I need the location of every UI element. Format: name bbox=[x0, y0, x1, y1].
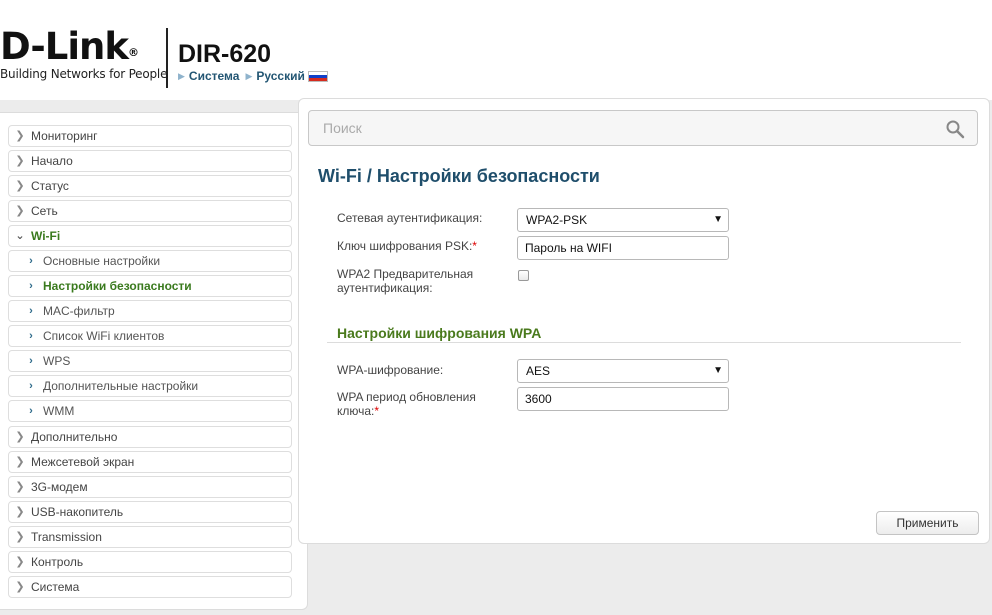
sidebar-subitem-basic-settings[interactable]: › Основные настройки bbox=[8, 250, 292, 272]
apply-button[interactable]: Применить bbox=[876, 511, 979, 535]
sidebar-item-monitoring[interactable]: ❯ Мониторинг bbox=[8, 125, 292, 147]
sidebar-item-3g-modem[interactable]: ❯ 3G-модем bbox=[8, 476, 292, 498]
psk-input[interactable] bbox=[517, 236, 729, 260]
sidebar-item-transmission[interactable]: ❯ Transmission bbox=[8, 526, 292, 548]
collapse-arrow-icon: ⌄ bbox=[15, 230, 25, 242]
search-icon[interactable] bbox=[945, 119, 965, 139]
sidebar-item-firewall[interactable]: ❯ Межсетевой экран bbox=[8, 451, 292, 473]
search-box bbox=[308, 110, 978, 146]
wpa-encryption-select[interactable]: AES ▼ bbox=[517, 359, 729, 383]
sidebar-item-label: WMM bbox=[43, 404, 75, 418]
sidebar-item-label: Система bbox=[31, 580, 80, 594]
sidebar-item-wifi[interactable]: ⌄ Wi-Fi bbox=[8, 225, 292, 247]
sidebar-item-label: Начало bbox=[31, 154, 73, 168]
search-input[interactable] bbox=[309, 111, 909, 145]
page-title-prefix: Wi-Fi / bbox=[318, 166, 372, 186]
dropdown-arrow-icon: ▼ bbox=[713, 365, 723, 376]
sidebar-item-label: Межсетевой экран bbox=[31, 455, 135, 469]
expand-arrow-icon: ❯ bbox=[15, 180, 25, 192]
sidebar-subitem-wifi-clients[interactable]: › Список WiFi клиентов bbox=[8, 325, 292, 347]
auth-select-value: WPA2-PSK bbox=[526, 213, 588, 227]
dlink-logo[interactable]: D-Link® Building Networks for People bbox=[0, 25, 168, 82]
sidebar-item-label: WPS bbox=[43, 354, 71, 368]
section-title-wpa: Настройки шифрования WPA bbox=[337, 325, 542, 341]
wpa-period-label: WPA период обновления ключа:* bbox=[337, 390, 476, 418]
chevron-right-icon: › bbox=[29, 255, 33, 267]
wpa-period-input[interactable] bbox=[517, 387, 729, 411]
logo-registered-mark: ® bbox=[127, 46, 139, 59]
main-panel: Wi-Fi / Настройки безопасности Сетевая а… bbox=[298, 98, 990, 544]
sidebar-item-control[interactable]: ❯ Контроль bbox=[8, 551, 292, 573]
sidebar-item-label: Список WiFi клиентов bbox=[43, 329, 165, 343]
sidebar-subitem-security-settings[interactable]: › Настройки безопасности bbox=[8, 275, 292, 297]
auth-label: Сетевая аутентификация: bbox=[337, 211, 483, 225]
triangle-right-icon: ▶ bbox=[178, 70, 185, 81]
wpa-encryption-label: WPA-шифрование: bbox=[337, 363, 444, 377]
required-asterisk: * bbox=[472, 239, 477, 253]
psk-label: Ключ шифрования PSK:* bbox=[337, 239, 477, 253]
logo-tagline: Building Networks for People bbox=[0, 67, 168, 81]
sidebar-item-label: Дополнительно bbox=[31, 430, 118, 444]
required-asterisk: * bbox=[374, 404, 380, 418]
sidebar-item-label: Сеть bbox=[31, 204, 58, 218]
sidebar-item-label: Дополнительные настройки bbox=[43, 379, 199, 393]
sidebar-subitem-wps[interactable]: › WPS bbox=[8, 350, 292, 372]
sidebar-item-status[interactable]: ❯ Статус bbox=[8, 175, 292, 197]
preauth-checkbox[interactable] bbox=[518, 270, 529, 281]
expand-arrow-icon: ❯ bbox=[15, 205, 25, 217]
sidebar-subitem-advanced-settings[interactable]: › Дополнительные настройки bbox=[8, 375, 292, 397]
sidebar-item-label: Основные настройки bbox=[43, 254, 161, 268]
chevron-right-icon: › bbox=[29, 405, 33, 417]
sidebar-item-system[interactable]: ❯ Система bbox=[8, 576, 292, 598]
section-divider bbox=[327, 342, 961, 343]
sidebar: ❯ Мониторинг ❯ Начало ❯ Статус ❯ Сеть ⌄ Wi-Fi… bbox=[0, 112, 308, 610]
sidebar-item-advanced[interactable]: ❯ Дополнительно bbox=[8, 426, 292, 448]
chevron-right-icon: › bbox=[29, 330, 33, 342]
header: D-Link® Building Networks for People DIR… bbox=[0, 0, 992, 100]
link-language[interactable]: Русский bbox=[256, 69, 305, 83]
chevron-right-icon: › bbox=[29, 280, 33, 292]
sidebar-item-label: Настройки безопасности bbox=[43, 279, 192, 293]
sidebar-subitem-wmm[interactable]: › WMM bbox=[8, 400, 292, 422]
chevron-right-icon: › bbox=[29, 305, 33, 317]
expand-arrow-icon: ❯ bbox=[15, 456, 25, 468]
sidebar-item-start[interactable]: ❯ Начало bbox=[8, 150, 292, 172]
expand-arrow-icon: ❯ bbox=[15, 431, 25, 443]
expand-arrow-icon: ❯ bbox=[15, 506, 25, 518]
sidebar-item-usb-storage[interactable]: ❯ USB-накопитель bbox=[8, 501, 292, 523]
sidebar-item-label: Статус bbox=[31, 179, 69, 193]
expand-arrow-icon: ❯ bbox=[15, 155, 25, 167]
sidebar-item-label: Контроль bbox=[31, 555, 84, 569]
triangle-right-icon: ▶ bbox=[245, 70, 253, 81]
expand-arrow-icon: ❯ bbox=[15, 130, 25, 142]
logo-text: D-Link bbox=[0, 25, 129, 68]
preauth-label: WPA2 Предварительная аутентификация: bbox=[337, 267, 474, 295]
sidebar-item-label: MAC-фильтр bbox=[43, 304, 115, 318]
sidebar-item-label: Мониторинг bbox=[31, 129, 98, 143]
page-title: Wi-Fi / Настройки безопасности bbox=[318, 166, 600, 187]
page-title-text: Настройки безопасности bbox=[376, 166, 600, 186]
expand-arrow-icon: ❯ bbox=[15, 581, 25, 593]
chevron-right-icon: › bbox=[29, 380, 33, 392]
expand-arrow-icon: ❯ bbox=[15, 481, 25, 493]
sidebar-item-label: Wi-Fi bbox=[31, 229, 61, 243]
russia-flag-icon bbox=[307, 70, 328, 82]
expand-arrow-icon: ❯ bbox=[15, 531, 25, 543]
sidebar-subitem-mac-filter[interactable]: › MAC-фильтр bbox=[8, 300, 292, 322]
sidebar-item-label: Transmission bbox=[31, 530, 102, 544]
sidebar-item-label: 3G-модем bbox=[31, 480, 88, 494]
expand-arrow-icon: ❯ bbox=[15, 556, 25, 568]
device-model: DIR-620 bbox=[178, 40, 272, 68]
wpa-encryption-value: AES bbox=[526, 364, 551, 378]
sidebar-item-label: USB-накопитель bbox=[31, 505, 124, 519]
header-divider bbox=[166, 28, 168, 88]
link-system[interactable]: Система bbox=[189, 69, 240, 83]
header-links: ▶ Система ▶ Русский bbox=[178, 69, 328, 83]
dropdown-arrow-icon: ▼ bbox=[713, 214, 723, 225]
sidebar-item-network[interactable]: ❯ Сеть bbox=[8, 200, 292, 222]
auth-select[interactable]: WPA2-PSK ▼ bbox=[517, 208, 729, 232]
chevron-right-icon: › bbox=[29, 355, 33, 367]
